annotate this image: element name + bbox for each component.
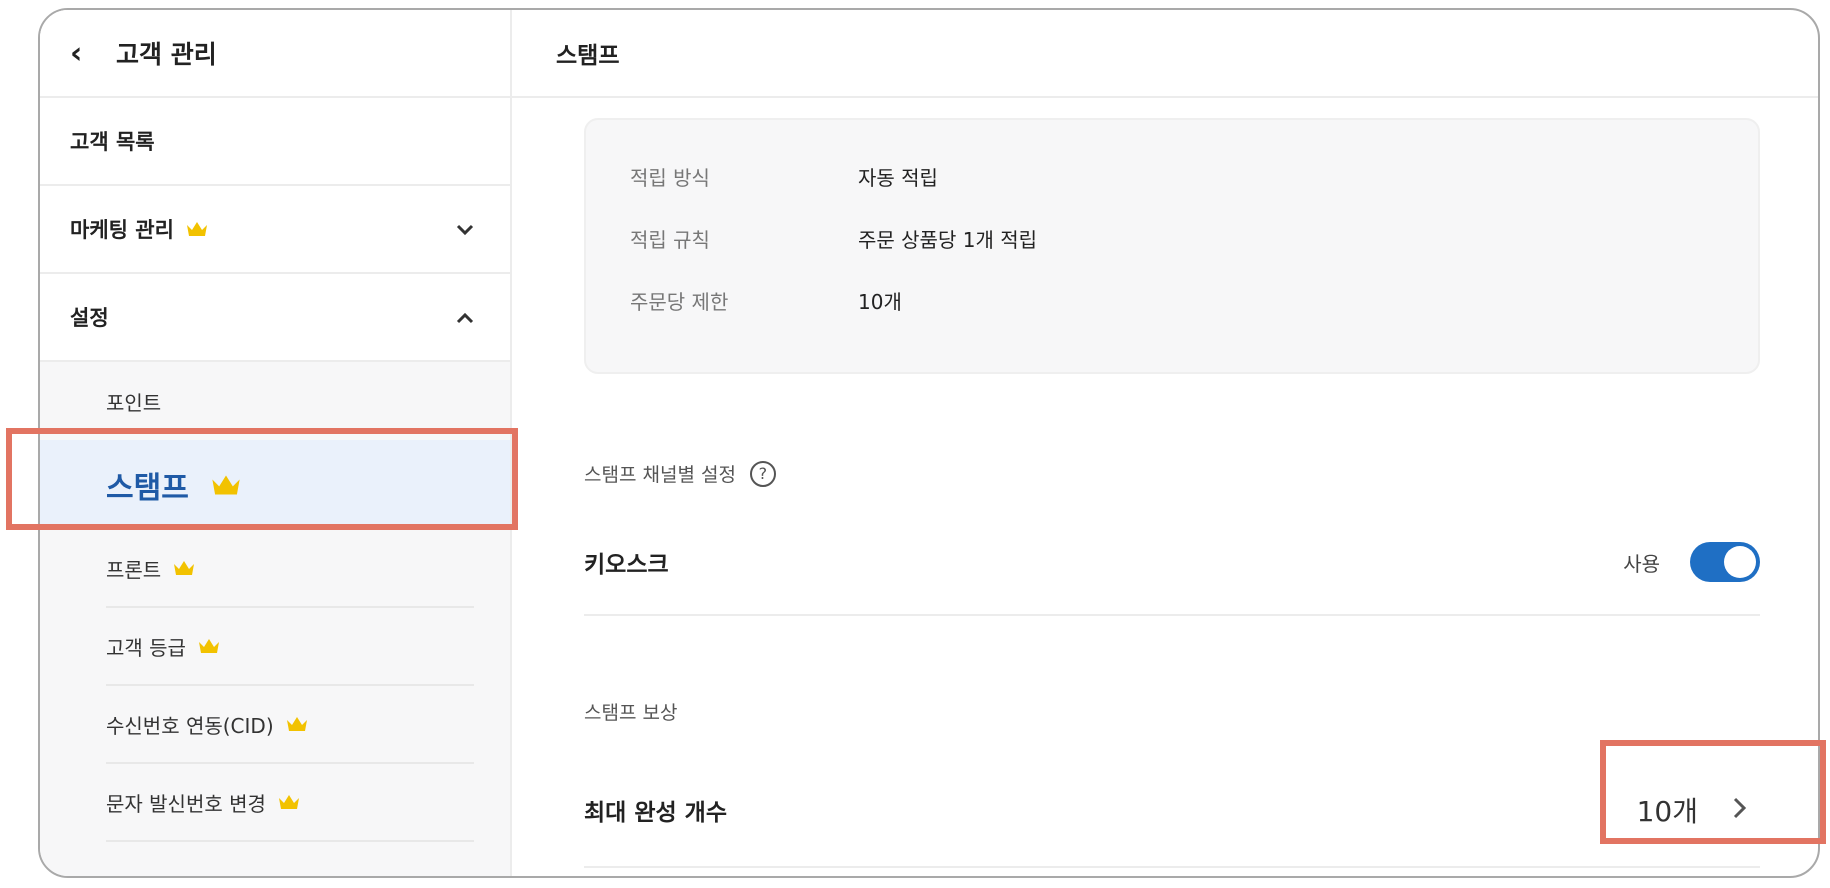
max-complete-row[interactable]: 최대 완성 개수 10개 — [584, 754, 1760, 868]
sidebar-header: ‹ 고객 관리 — [40, 10, 510, 98]
page-title: 스탬프 — [512, 10, 1818, 98]
crown-icon — [186, 222, 207, 236]
toggle-knob — [1724, 546, 1756, 578]
crown-icon — [198, 639, 219, 653]
sidebar-item-label: 마케팅 관리 — [70, 218, 174, 242]
app-window: ‹ 고객 관리 고객 목록 마케팅 관리 설정 포인트 스탬프 프론트 고객 등… — [38, 8, 1820, 878]
info-label: 적립 방식 — [630, 166, 710, 190]
crown-icon — [286, 717, 307, 731]
chevron-up-icon[interactable] — [456, 305, 474, 330]
submenu-item-front[interactable]: 프론트 — [106, 530, 474, 608]
submenu-item-stamp[interactable]: 스탬프 — [40, 440, 510, 530]
info-row: 적립 규칙 주문 상품당 1개 적립 — [630, 224, 1037, 253]
sidebar-item-label: 고객 목록 — [70, 130, 155, 154]
submenu-item-cid[interactable]: 수신번호 연동(CID) — [106, 686, 474, 764]
chevron-down-icon[interactable] — [456, 217, 474, 242]
kiosk-toggle[interactable] — [1690, 542, 1760, 582]
kiosk-label: 키오스크 — [584, 552, 669, 578]
submenu-item-point[interactable]: 포인트 — [106, 362, 474, 440]
info-row: 주문당 제한 10개 — [630, 286, 902, 315]
sidebar-title: 고객 관리 — [116, 40, 217, 69]
submenu-item-sender-number[interactable]: 문자 발신번호 변경 — [106, 764, 474, 842]
reward-section-label: 스탬프 보상 — [584, 698, 677, 725]
section-title: 스탬프 보상 — [584, 702, 678, 724]
toggle-label: 사용 — [1623, 551, 1660, 576]
submenu-item-customer-grade[interactable]: 고객 등급 — [106, 608, 474, 686]
submenu-item-label: 문자 발신번호 변경 — [106, 791, 266, 816]
submenu-item-label: 포인트 — [106, 390, 162, 415]
sidebar-item-settings[interactable]: 설정 — [40, 274, 510, 362]
channel-section-label: 스탬프 채널별 설정 ? — [584, 460, 776, 487]
section-title: 스탬프 채널별 설정 — [584, 464, 736, 486]
kiosk-row: 키오스크 사용 — [584, 510, 1760, 616]
crown-icon — [278, 795, 299, 809]
submenu-item-label: 스탬프 — [106, 471, 189, 506]
max-complete-value[interactable]: 10개 — [1637, 790, 1698, 830]
submenu-item-label: 고객 등급 — [106, 635, 186, 660]
max-complete-label: 최대 완성 개수 — [584, 800, 727, 826]
submenu-item-label: 프론트 — [106, 557, 162, 582]
info-label: 주문당 제한 — [630, 290, 729, 314]
crown-icon — [174, 561, 195, 575]
main-content: 스탬프 적립 방식 자동 적립 적립 규칙 주문 상품당 1개 적립 주문당 제… — [512, 10, 1818, 876]
stamp-info-card: 적립 방식 자동 적립 적립 규칙 주문 상품당 1개 적립 주문당 제한 10… — [584, 118, 1760, 374]
crown-icon — [212, 475, 240, 495]
sidebar-item-marketing[interactable]: 마케팅 관리 — [40, 186, 510, 274]
chevron-right-icon[interactable] — [1732, 794, 1748, 827]
info-value: 10개 — [858, 290, 902, 314]
info-value: 자동 적립 — [858, 166, 938, 190]
sidebar-item-customer-list[interactable]: 고객 목록 — [40, 98, 510, 186]
sidebar: ‹ 고객 관리 고객 목록 마케팅 관리 설정 포인트 스탬프 프론트 고객 등… — [40, 10, 512, 876]
settings-submenu: 포인트 스탬프 프론트 고객 등급 수신번호 연동(CID) 문자 발신번호 변… — [40, 362, 510, 842]
info-label: 적립 규칙 — [630, 228, 710, 252]
info-value: 주문 상품당 1개 적립 — [858, 228, 1037, 252]
info-row: 적립 방식 자동 적립 — [630, 162, 938, 191]
submenu-item-label: 수신번호 연동(CID) — [106, 713, 274, 738]
question-circle-icon[interactable]: ? — [749, 460, 776, 487]
sidebar-item-label: 설정 — [70, 306, 109, 330]
chevron-left-icon[interactable]: ‹ — [70, 36, 116, 71]
